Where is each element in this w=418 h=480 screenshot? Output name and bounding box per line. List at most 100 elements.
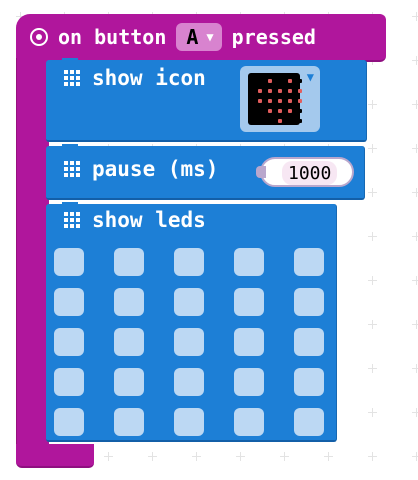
icon-led xyxy=(298,79,302,83)
led-cell[interactable] xyxy=(174,288,204,316)
event-header: on button A ▼ pressed xyxy=(30,22,316,52)
led-cell[interactable] xyxy=(294,328,324,356)
block-grid-icon xyxy=(64,161,80,177)
icon-led xyxy=(278,79,282,83)
icon-led xyxy=(288,119,292,123)
pause-ms-value: 1000 xyxy=(282,161,338,185)
icon-picker-caret-icon: ▼ xyxy=(306,70,314,84)
grid-crosshair xyxy=(412,100,418,109)
icon-led xyxy=(268,89,272,93)
grid-crosshair xyxy=(368,364,377,373)
grid-crosshair xyxy=(324,452,333,461)
grid-crosshair xyxy=(412,408,418,417)
grid-crosshair xyxy=(368,320,377,329)
button-select-value: A xyxy=(186,25,199,49)
block-notch xyxy=(62,58,78,63)
led-cell[interactable] xyxy=(174,408,204,436)
led-cell[interactable] xyxy=(294,248,324,276)
event-block-body xyxy=(16,58,49,446)
grid-crosshair xyxy=(412,452,418,461)
led-cell[interactable] xyxy=(234,248,264,276)
grid-crosshair xyxy=(412,320,418,329)
event-suffix-label: pressed xyxy=(231,25,316,49)
led-cell[interactable] xyxy=(114,328,144,356)
led-cell[interactable] xyxy=(54,408,84,436)
grid-crosshair xyxy=(368,452,377,461)
grid-crosshair xyxy=(368,232,377,241)
grid-crosshair xyxy=(412,12,418,21)
led-cell[interactable] xyxy=(234,368,264,396)
led-matrix-editor xyxy=(54,248,324,436)
grid-crosshair xyxy=(412,56,418,65)
icon-led xyxy=(268,79,272,83)
grid-crosshair xyxy=(412,188,418,197)
icon-led xyxy=(278,99,282,103)
grid-crosshair xyxy=(280,452,289,461)
block-grid-icon xyxy=(64,70,80,86)
led-cell[interactable] xyxy=(114,368,144,396)
led-cell[interactable] xyxy=(294,368,324,396)
icon-led xyxy=(298,99,302,103)
icon-picker-dropdown[interactable]: ▼ xyxy=(240,66,320,132)
icon-led xyxy=(298,109,302,113)
dropdown-caret-icon: ▼ xyxy=(206,30,214,44)
grid-crosshair xyxy=(412,144,418,153)
grid-crosshair xyxy=(412,276,418,285)
grid-crosshair xyxy=(412,232,418,241)
led-cell[interactable] xyxy=(114,288,144,316)
led-cell[interactable] xyxy=(54,368,84,396)
event-block-footer xyxy=(16,444,94,468)
grid-crosshair xyxy=(368,188,377,197)
icon-led xyxy=(258,89,262,93)
icon-led xyxy=(288,99,292,103)
icon-led xyxy=(268,109,272,113)
icon-led xyxy=(288,89,292,93)
led-cell[interactable] xyxy=(54,288,84,316)
led-cell[interactable] xyxy=(54,328,84,356)
icon-led xyxy=(258,99,262,103)
led-cell[interactable] xyxy=(114,408,144,436)
icon-led xyxy=(268,119,272,123)
led-cell[interactable] xyxy=(54,248,84,276)
led-cell[interactable] xyxy=(234,328,264,356)
led-cell[interactable] xyxy=(114,248,144,276)
show-leds-header: show leds xyxy=(64,208,206,232)
button-select-dropdown[interactable]: A ▼ xyxy=(176,23,222,51)
led-cell[interactable] xyxy=(174,368,204,396)
led-cell[interactable] xyxy=(174,248,204,276)
grid-crosshair xyxy=(368,276,377,285)
block-notch xyxy=(62,144,78,149)
icon-led xyxy=(298,89,302,93)
icon-led xyxy=(258,109,262,113)
show-icon-label: show icon xyxy=(92,66,206,90)
grid-crosshair xyxy=(236,452,245,461)
led-cell[interactable] xyxy=(294,288,324,316)
pause-label: pause (ms) xyxy=(92,157,219,181)
icon-led xyxy=(258,119,262,123)
icon-led xyxy=(288,109,292,113)
grid-crosshair xyxy=(368,100,377,109)
grid-crosshair xyxy=(148,452,157,461)
led-cell[interactable] xyxy=(234,288,264,316)
show-leds-label: show leds xyxy=(92,208,206,232)
icon-led xyxy=(268,99,272,103)
grid-crosshair xyxy=(192,452,201,461)
radio-target-icon xyxy=(30,28,48,46)
icon-led xyxy=(278,109,282,113)
icon-led xyxy=(258,79,262,83)
icon-led xyxy=(298,119,302,123)
heart-icon xyxy=(248,73,302,125)
block-grid-icon xyxy=(64,212,80,228)
grid-crosshair xyxy=(368,408,377,417)
grid-crosshair xyxy=(412,364,418,373)
led-cell[interactable] xyxy=(234,408,264,436)
event-prefix-label: on button xyxy=(58,25,167,49)
grid-crosshair xyxy=(104,452,113,461)
led-cell[interactable] xyxy=(294,408,324,436)
icon-led xyxy=(288,79,292,83)
led-cell[interactable] xyxy=(174,328,204,356)
icon-led xyxy=(278,119,282,123)
input-connector xyxy=(256,166,266,178)
pause-ms-input[interactable]: 1000 xyxy=(256,157,354,187)
block-notch xyxy=(62,202,78,207)
